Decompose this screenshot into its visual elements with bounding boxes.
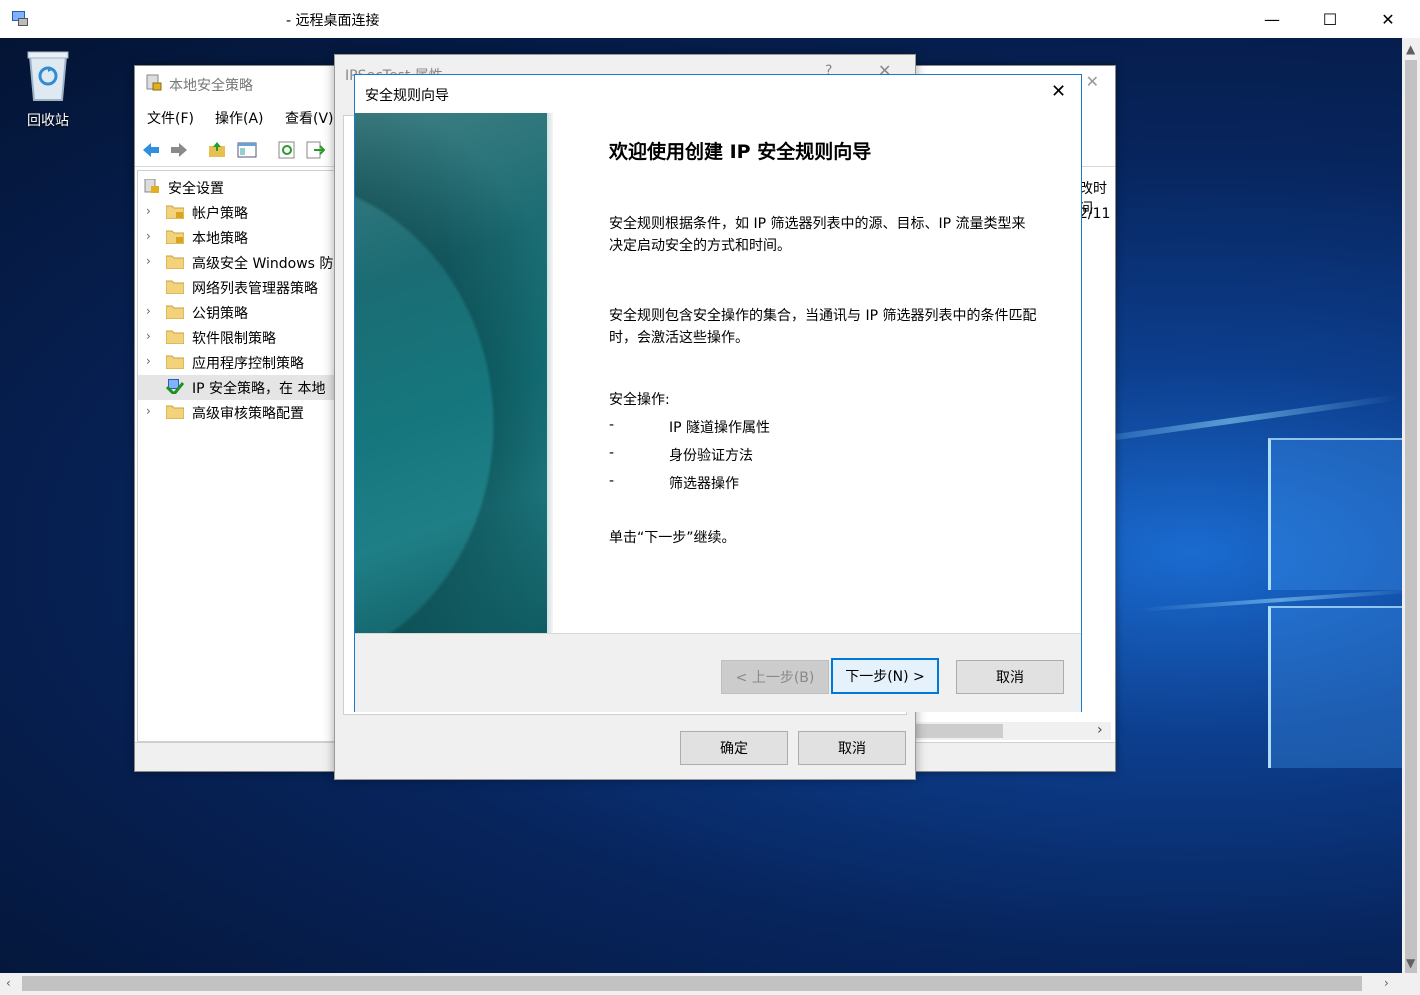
chevron-right-icon[interactable]: › <box>146 204 151 218</box>
chevron-right-icon[interactable]: › <box>146 329 151 343</box>
rdp-titlebar[interactable]: - 远程桌面连接 — ☐ ✕ <box>0 0 1420 39</box>
tree-item-app-control[interactable]: › 应用程序控制策略 <box>138 350 336 375</box>
security-policy-icon <box>146 74 162 91</box>
details-hscrollbar[interactable]: › <box>915 722 1111 740</box>
wizard-continue-hint: 单击“下一步”继续。 <box>609 530 736 546</box>
export-list-icon[interactable] <box>305 140 325 160</box>
locked-folder-icon <box>166 205 184 219</box>
wizard-heading: 欢迎使用创建 IP 安全规则向导 <box>609 141 872 163</box>
minimize-icon: — <box>1264 9 1280 29</box>
remote-desktop-icon <box>12 11 28 26</box>
tree-item-security-settings[interactable]: 安全设置 <box>138 175 336 200</box>
tree-item-windows-firewall[interactable]: › 高级安全 Windows 防 <box>138 250 336 275</box>
folder-icon <box>166 280 184 294</box>
recycle-bin-label: 回收站 <box>27 113 69 129</box>
close-icon: ✕ <box>1381 9 1395 29</box>
chevron-right-icon[interactable]: › <box>146 254 151 268</box>
folder-icon <box>166 330 184 344</box>
maximize-icon: ☐ <box>1322 9 1338 29</box>
cancel-button[interactable]: 取消 <box>956 660 1064 694</box>
folder-icon <box>166 405 184 419</box>
scroll-down-icon[interactable]: ▼ <box>1406 956 1415 970</box>
folder-icon <box>166 355 184 369</box>
scrollbar-corner <box>1402 973 1420 995</box>
show-hide-tree-icon[interactable] <box>237 140 257 160</box>
up-folder-icon[interactable] <box>207 140 227 160</box>
back-button[interactable]: < 上一步(B) <box>721 660 829 694</box>
recycle-bin[interactable]: 回收站 <box>12 46 84 130</box>
wizard-banner-image <box>355 113 553 633</box>
scrollbar-thumb[interactable] <box>22 976 1362 991</box>
scrollbar-thumb[interactable] <box>915 724 1003 738</box>
folder-icon <box>166 305 184 319</box>
scroll-right-icon[interactable]: › <box>1384 976 1389 990</box>
menu-view[interactable]: 查看(V) <box>285 108 334 128</box>
wizard-titlebar[interactable]: 安全规则向导 ✕ <box>355 75 1081 113</box>
wizard-paragraph-2: 安全规则包含安全操作的集合，当通讯与 IP 筛选器列表中的条件匹配时，会激活这些… <box>609 308 1037 346</box>
tree-item-local-policies[interactable]: › 本地策略 <box>138 225 336 250</box>
ip-security-icon <box>166 379 184 394</box>
chevron-right-icon[interactable]: › <box>146 229 151 243</box>
tree-item-account-policies[interactable]: › 帐户策略 <box>138 200 336 225</box>
chevron-right-icon[interactable]: › <box>146 404 151 418</box>
minimize-button[interactable]: — <box>1243 0 1301 38</box>
forward-icon[interactable] <box>169 140 189 160</box>
cell-modified: 2/11 <box>1079 206 1111 222</box>
cancel-button[interactable]: 取消 <box>798 731 906 765</box>
wallpaper-pane <box>1268 606 1402 768</box>
wizard-footer: < 上一步(B) 下一步(N) > 取消 <box>355 633 1081 712</box>
banner-shade <box>355 113 553 633</box>
chevron-right-icon[interactable]: › <box>146 304 151 318</box>
ok-button[interactable]: 确定 <box>680 731 788 765</box>
wizard-content: 欢迎使用创建 IP 安全规则向导 安全规则根据条件，如 IP 筛选器列表中的源、… <box>609 113 1049 633</box>
security-rule-wizard[interactable]: 安全规则向导 ✕ 欢迎使用创建 IP 安全规则向导 安全规则根据条件，如 IP … <box>354 74 1082 712</box>
wizard-ops-label: 安全操作: <box>609 392 670 408</box>
lsp-close-icon[interactable]: ✕ <box>1086 72 1099 91</box>
locked-folder-icon <box>166 230 184 244</box>
next-button[interactable]: 下一步(N) > <box>831 658 939 694</box>
tree-item-network-list-manager[interactable]: 网络列表管理器策略 <box>138 275 336 300</box>
scroll-left-icon[interactable]: ‹ <box>6 976 11 990</box>
security-settings-icon <box>144 179 159 193</box>
back-icon[interactable] <box>141 140 161 160</box>
scroll-up-icon[interactable]: ▲ <box>1406 42 1415 56</box>
tree-item-software-restriction[interactable]: › 软件限制策略 <box>138 325 336 350</box>
vertical-scrollbar[interactable]: ▲ ▼ <box>1402 38 1420 980</box>
maximize-button[interactable]: ☐ <box>1301 0 1359 38</box>
lsp-title: 本地安全策略 <box>169 78 253 94</box>
wizard-paragraph-1: 安全规则根据条件，如 IP 筛选器列表中的源、目标、IP 流量类型来决定启动安全… <box>609 216 1026 254</box>
banner-edge <box>547 113 553 633</box>
scrollbar-thumb[interactable] <box>1405 60 1417 980</box>
recycle-bin-icon <box>27 51 69 101</box>
wallpaper-pane <box>1268 438 1402 590</box>
tree-item-ip-security[interactable]: IP 安全策略，在 本地 <box>138 375 336 400</box>
refresh-icon[interactable] <box>277 140 297 160</box>
tree-item-advanced-audit[interactable]: › 高级审核策略配置 <box>138 400 336 425</box>
menu-file[interactable]: 文件(F) <box>147 108 194 128</box>
wizard-title: 安全规则向导 <box>365 88 449 104</box>
close-button[interactable]: ✕ <box>1359 0 1417 38</box>
scroll-right-icon[interactable]: › <box>1097 722 1103 738</box>
horizontal-scrollbar[interactable]: ‹ › <box>0 973 1402 995</box>
policy-tree[interactable]: 安全设置 › 帐户策略 › 本地策略 › 高级安全 Windows 防 网络列表… <box>137 170 337 742</box>
tree-item-public-key[interactable]: › 公钥策略 <box>138 300 336 325</box>
close-icon[interactable]: ✕ <box>1051 81 1066 102</box>
chevron-right-icon[interactable]: › <box>146 354 151 368</box>
window-title: - 远程桌面连接 <box>286 13 380 29</box>
folder-icon <box>166 255 184 269</box>
menu-action[interactable]: 操作(A) <box>215 108 264 128</box>
